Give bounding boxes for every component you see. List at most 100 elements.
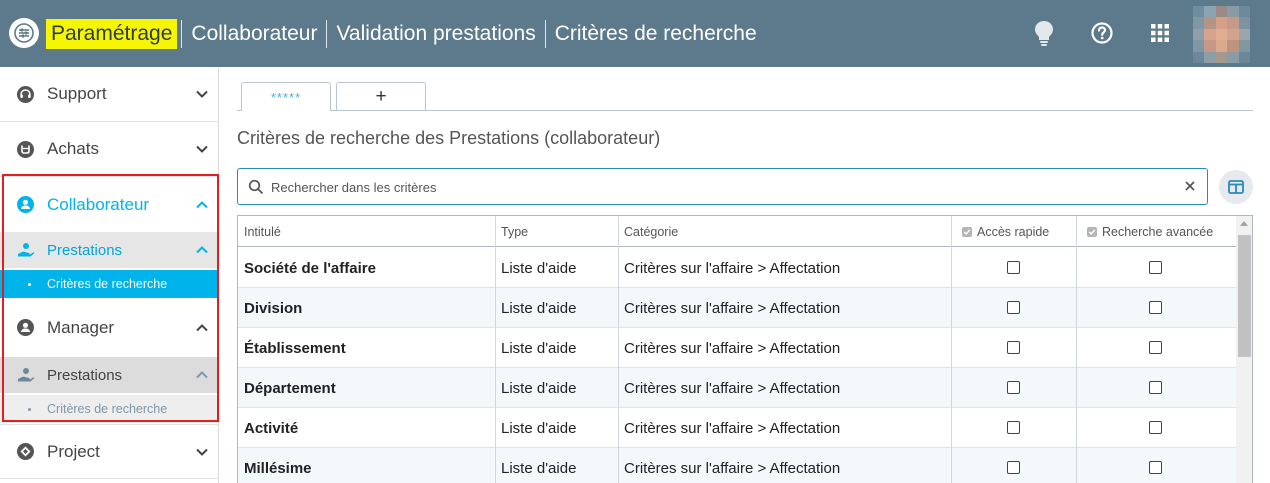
plus-icon: + <box>375 85 387 107</box>
lightbulb-icon[interactable] <box>1031 20 1057 46</box>
apps-grid-icon[interactable] <box>1147 20 1173 46</box>
tab-search-preset[interactable]: ***** <box>241 82 331 111</box>
cell-categorie: Critères sur l'affaire > Affectation <box>624 339 841 357</box>
sidebar-item-label: Manager <box>47 317 115 337</box>
scroll-up-arrow-icon[interactable] <box>1240 221 1248 226</box>
acces-rapide-checkbox[interactable] <box>1007 381 1020 394</box>
acces-rapide-checkbox[interactable] <box>1007 301 1020 314</box>
column-header-recherche-avancee[interactable]: Recherche avancée <box>1076 216 1236 247</box>
sidebar-leaf-criteres-manager[interactable]: Critères de recherche <box>0 395 218 423</box>
breadcrumb-criteres-recherche: Critères de recherche <box>554 22 757 45</box>
page-title: Critères de recherche des Prestations (c… <box>237 128 661 148</box>
cell-intitule: Département <box>244 379 336 397</box>
scrollbar-thumb[interactable] <box>1238 235 1251 357</box>
cell-categorie: Critères sur l'affaire > Affectation <box>624 299 841 317</box>
cell-intitule: Établissement <box>244 339 346 357</box>
sidebar-item-label: Collaborateur <box>47 194 150 214</box>
table-row[interactable]: Millésime Liste d'aide Critères sur l'affa… <box>238 448 1236 483</box>
cart-icon <box>17 140 34 158</box>
sidebar-leaf-label: Critères de recherche <box>47 277 168 291</box>
header-checkbox-icon[interactable] <box>1087 226 1097 237</box>
sidebar-item-label: Project <box>47 441 100 461</box>
header-checkbox-icon[interactable] <box>962 226 972 237</box>
top-bar: Paramétrage Collaborateur Validation pre… <box>0 0 1270 67</box>
sidebar-subitem-prestations-manager[interactable]: Prestations <box>0 357 218 393</box>
sidebar-item-manager[interactable]: Manager <box>0 300 218 355</box>
chevron-down-icon <box>196 145 208 153</box>
breadcrumb: Paramétrage Collaborateur Validation pre… <box>46 19 766 49</box>
avatar[interactable] <box>1193 6 1250 63</box>
recherche-avancee-checkbox[interactable] <box>1149 421 1162 434</box>
bullet <box>28 282 31 286</box>
cell-categorie: Critères sur l'affaire > Affectation <box>624 459 841 477</box>
column-divider <box>495 216 496 483</box>
table-row[interactable]: Établissement Liste d'aide Critères sur l'… <box>238 328 1236 368</box>
table-row[interactable]: Division Liste d'aide Critères sur l'affai… <box>238 288 1236 328</box>
column-header-type[interactable]: Type <box>495 216 618 247</box>
hand-service-icon <box>18 243 35 257</box>
acces-rapide-checkbox[interactable] <box>1007 421 1020 434</box>
close-icon[interactable] <box>1183 179 1197 193</box>
sidebar-item-support[interactable]: Support <box>0 67 218 122</box>
recherche-avancee-checkbox[interactable] <box>1149 461 1162 474</box>
chevron-up-icon <box>196 323 208 331</box>
cell-intitule: Activité <box>244 419 299 437</box>
sidebar-item-collaborateur[interactable]: Collaborateur <box>0 177 218 232</box>
cell-type: Liste d'aide <box>501 379 577 397</box>
search-input[interactable] <box>271 177 1151 197</box>
table-row[interactable]: Département Liste d'aide Critères sur l'af… <box>238 368 1236 408</box>
sidebar: Support Achats Collaborateur Prestations… <box>0 67 219 483</box>
chevron-down-icon <box>196 448 208 456</box>
sidebar-leaf-label: Critères de recherche <box>47 402 168 416</box>
column-header-categorie[interactable]: Catégorie <box>618 216 951 247</box>
tab-add[interactable]: + <box>336 82 426 110</box>
columns-toggle-button[interactable] <box>1219 170 1253 204</box>
help-icon[interactable] <box>1089 20 1115 46</box>
acces-rapide-checkbox[interactable] <box>1007 341 1020 354</box>
sidebar-item-achats[interactable]: Achats <box>0 122 218 177</box>
breadcrumb-collaborateur[interactable]: Collaborateur <box>182 19 326 49</box>
table-header: Intitulé Type Catégorie Accès rapide Rec… <box>238 216 1236 247</box>
search-icon <box>248 179 264 195</box>
cell-categorie: Critères sur l'affaire > Affectation <box>624 259 841 277</box>
recherche-avancee-checkbox[interactable] <box>1149 381 1162 394</box>
cell-categorie: Critères sur l'affaire > Affectation <box>624 419 841 437</box>
chevron-down-icon <box>196 90 208 98</box>
app-logo-icon[interactable] <box>9 18 39 48</box>
recherche-avancee-checkbox[interactable] <box>1149 261 1162 274</box>
sidebar-leaf-criteres-collab[interactable]: Critères de recherche <box>0 270 218 298</box>
sidebar-item-label: Achats <box>47 139 99 158</box>
cell-intitule: Société de l'affaire <box>244 259 376 277</box>
cell-intitule: Division <box>244 299 303 317</box>
bullet <box>28 407 31 411</box>
user-icon <box>17 196 34 213</box>
hand-service-icon <box>18 368 35 382</box>
column-divider <box>618 216 619 483</box>
acces-rapide-checkbox[interactable] <box>1007 261 1020 274</box>
chevron-up-icon <box>196 371 208 379</box>
sidebar-item-label: Support <box>47 84 107 103</box>
tab-label: ***** <box>270 89 302 105</box>
table-row[interactable]: Société de l'affaire Liste d'aide Critères… <box>238 248 1236 288</box>
column-header-intitule[interactable]: Intitulé <box>238 216 495 247</box>
cell-intitule: Millésime <box>244 459 312 477</box>
breadcrumb-validation-prestations[interactable]: Validation prestations <box>327 19 544 49</box>
cell-type: Liste d'aide <box>501 259 577 277</box>
column-divider <box>951 216 952 483</box>
sidebar-item-project[interactable]: Project <box>0 424 218 479</box>
search-box <box>237 168 1208 205</box>
cell-type: Liste d'aide <box>501 419 577 437</box>
recherche-avancee-checkbox[interactable] <box>1149 301 1162 314</box>
cell-type: Liste d'aide <box>501 459 577 477</box>
acces-rapide-checkbox[interactable] <box>1007 461 1020 474</box>
sidebar-subitem-label: Prestations <box>47 366 123 384</box>
sidebar-subitem-label: Prestations <box>47 241 123 259</box>
recherche-avancee-checkbox[interactable] <box>1149 341 1162 354</box>
breadcrumb-parametrage[interactable]: Paramétrage <box>46 19 178 49</box>
column-header-acces-rapide[interactable]: Accès rapide <box>951 216 1076 247</box>
criteria-table: Intitulé Type Catégorie Accès rapide Rec… <box>237 215 1253 483</box>
table-row[interactable]: Activité Liste d'aide Critères sur l'affai… <box>238 408 1236 448</box>
sidebar-subitem-prestations-collab[interactable]: Prestations <box>0 232 218 268</box>
columns-icon <box>1228 180 1244 194</box>
vertical-scrollbar[interactable] <box>1236 216 1252 483</box>
